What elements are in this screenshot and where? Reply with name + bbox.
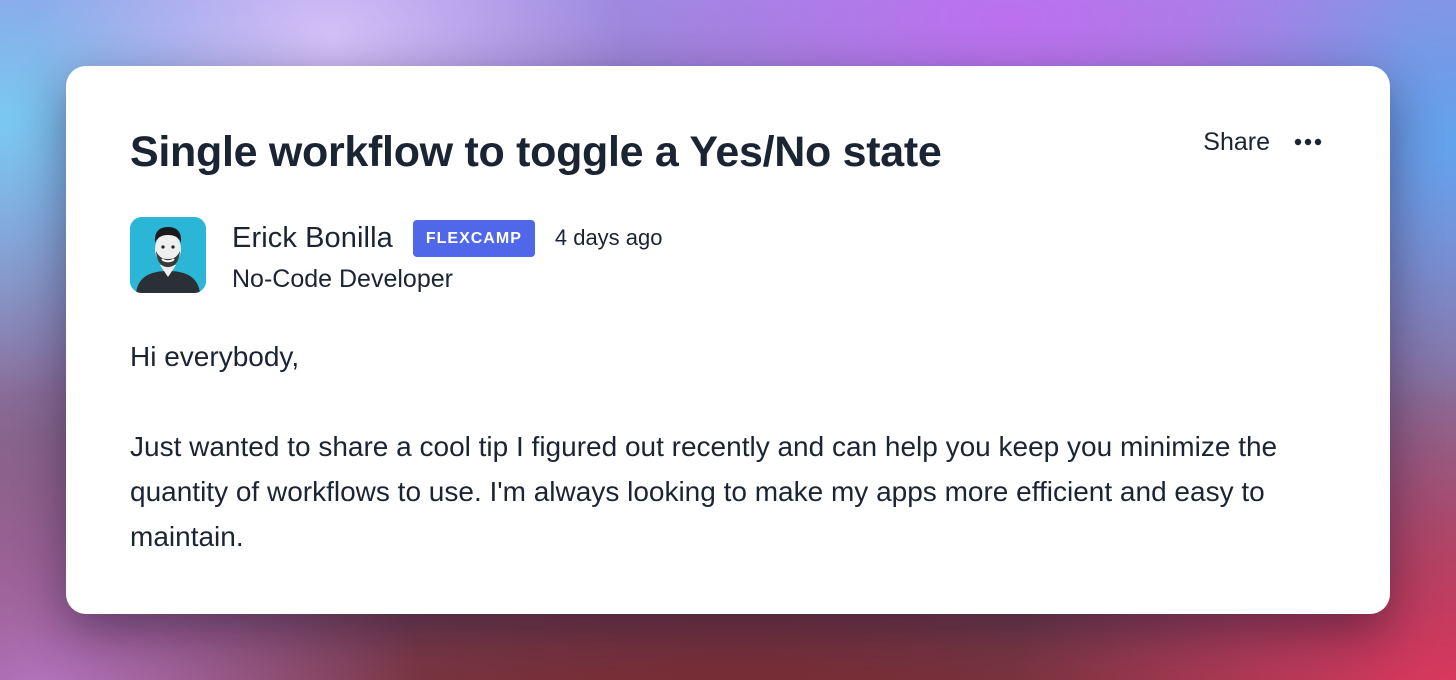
post-body: Hi everybody, Just wanted to share a coo… bbox=[130, 334, 1310, 604]
author-role: No-Code Developer bbox=[232, 265, 453, 293]
post-paragraph: Just wanted to share a cool tip I figure… bbox=[130, 431, 1278, 552]
post-actions: Share bbox=[1203, 126, 1324, 158]
post-card: Single workflow to toggle a Yes/No state… bbox=[66, 66, 1390, 614]
post-greeting: Hi everybody, bbox=[130, 341, 300, 372]
post-timestamp: 4 days ago bbox=[554, 225, 663, 250]
avatar[interactable] bbox=[130, 217, 206, 293]
author-row: Erick Bonilla FLEXCAMP 4 days ago bbox=[232, 218, 663, 258]
group-badge[interactable]: FLEXCAMP bbox=[412, 219, 535, 257]
post-title: Single workflow to toggle a Yes/No state bbox=[130, 128, 942, 176]
avatar-portrait bbox=[130, 217, 206, 293]
more-horizontal-icon[interactable] bbox=[1292, 126, 1324, 158]
share-button[interactable]: Share bbox=[1203, 128, 1270, 157]
author-name[interactable]: Erick Bonilla bbox=[232, 222, 393, 255]
more-dots-glyph bbox=[1294, 138, 1322, 146]
